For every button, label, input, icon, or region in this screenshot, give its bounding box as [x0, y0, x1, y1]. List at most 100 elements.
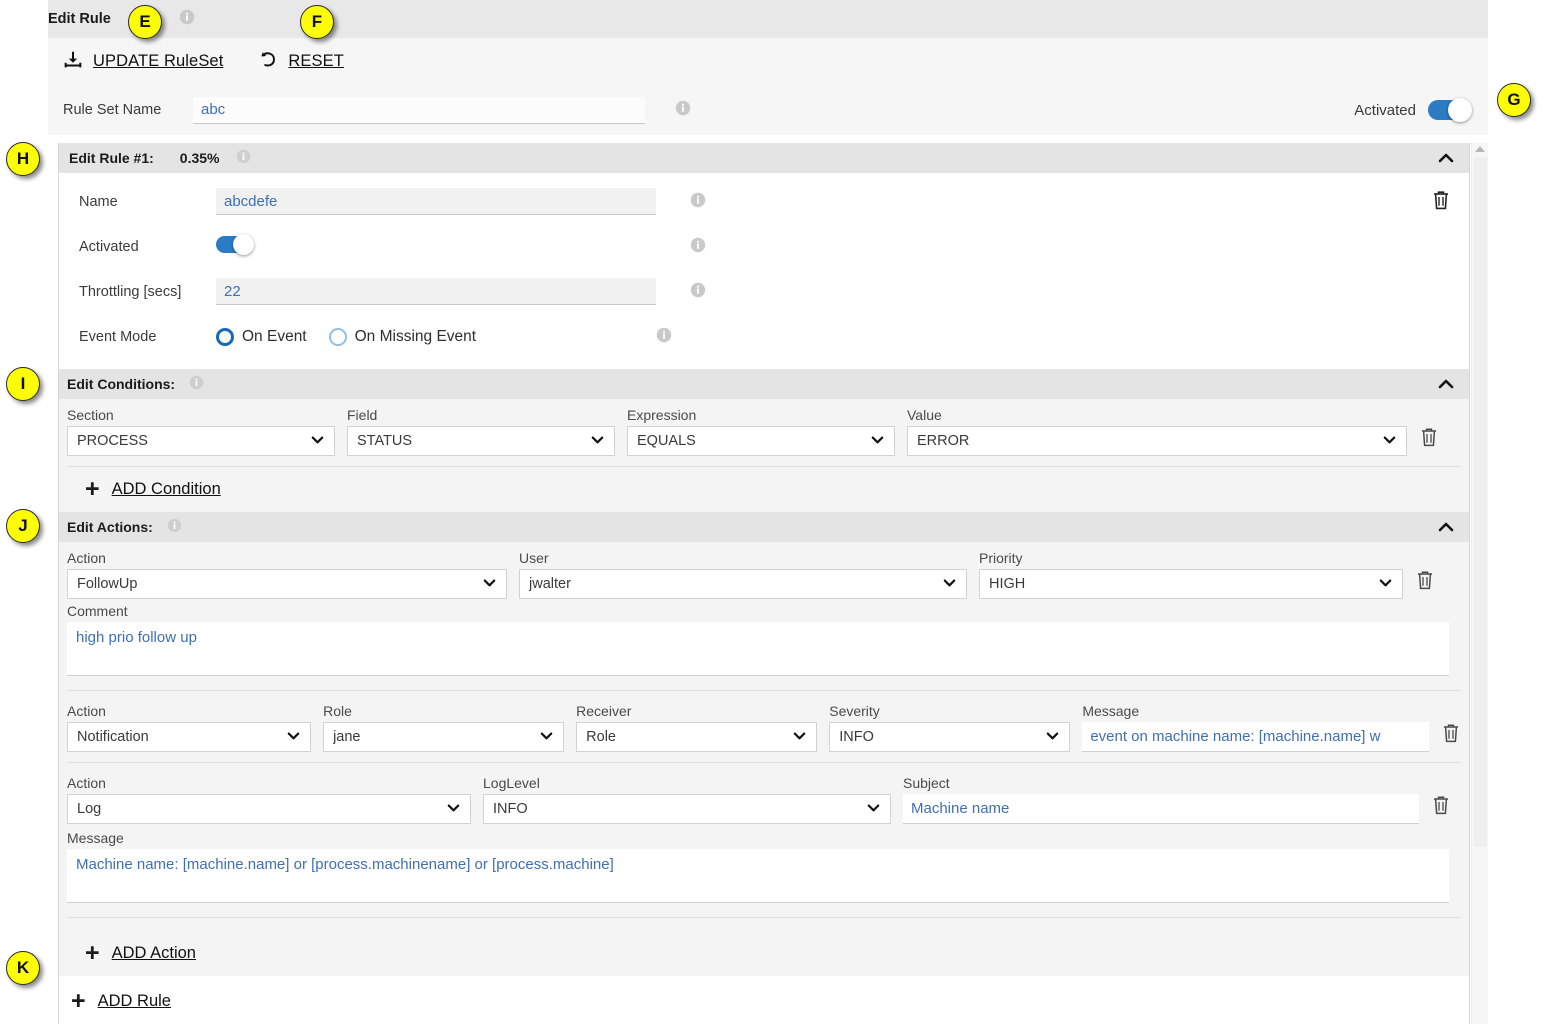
chevron-down-icon — [286, 728, 301, 747]
add-rule-button[interactable]: + ADD Rule — [59, 976, 1469, 1024]
log-subject-label: Subject — [903, 775, 950, 791]
rule-header-percent: 0.35% — [179, 150, 220, 166]
condition-value-value: ERROR — [917, 433, 970, 449]
scrollbar-thumb[interactable] — [1474, 157, 1487, 847]
log-delete-trash-icon[interactable] — [1431, 796, 1451, 820]
chevron-down-icon — [1045, 728, 1060, 747]
condition-delete-trash-icon[interactable] — [1419, 428, 1439, 452]
notification-receiver-label: Receiver — [576, 703, 632, 719]
log-message-textarea[interactable] — [67, 849, 1449, 903]
reset-button[interactable]: RESET — [257, 49, 344, 75]
action-item-log: Action Log LogLevel INFO Subject Machine… — [67, 775, 1461, 930]
actions-header[interactable]: Edit Actions: — [59, 512, 1469, 542]
conditions-title: Edit Conditions: — [67, 376, 176, 392]
followup-action-select[interactable]: FollowUp — [67, 569, 507, 599]
followup-action-label: Action — [67, 550, 106, 566]
notification-role-label: Role — [323, 703, 352, 719]
notification-action-select[interactable]: Notification — [67, 722, 312, 752]
rule-delete-trash-icon[interactable] — [1431, 189, 1451, 215]
update-ruleset-label: UPDATE RuleSet — [93, 52, 224, 70]
log-subject-input[interactable] — [903, 794, 1419, 824]
ruleset-activated-label: Activated — [1354, 101, 1416, 119]
notification-receiver-value: Role — [586, 729, 616, 745]
ruleset-name-info-icon[interactable] — [675, 100, 691, 120]
edit-rule-screen: Edit Rule UPDATE RuleSet RESET Rule Set … — [0, 0, 1555, 1024]
conditions-info-icon[interactable] — [189, 375, 204, 394]
log-loglevel-value: INFO — [493, 801, 528, 817]
chevron-down-icon — [1382, 432, 1397, 451]
actions-collapse-chevron-up-icon[interactable] — [1437, 518, 1455, 536]
rules-scroll-panel: Edit Rule #1: 0.35% Name abcdefe Activat… — [58, 143, 1470, 1024]
actions-title: Edit Actions: — [67, 519, 153, 535]
actions-info-icon[interactable] — [167, 518, 182, 537]
conditions-header[interactable]: Edit Conditions: — [59, 369, 1469, 399]
condition-value-select[interactable]: ERROR — [907, 426, 1407, 456]
condition-value-label: Value — [907, 407, 942, 423]
followup-priority-select[interactable]: HIGH — [979, 569, 1403, 599]
add-action-button[interactable]: + ADD Action — [67, 930, 1461, 976]
condition-section-select[interactable]: PROCESS — [67, 426, 335, 456]
followup-delete-trash-icon[interactable] — [1415, 571, 1435, 595]
radio-on-event[interactable]: On Event — [216, 327, 307, 346]
chevron-down-icon — [539, 728, 554, 747]
page-title: Edit Rule — [48, 11, 111, 27]
chevron-down-icon — [310, 432, 325, 451]
event-mode-radio-group: On Event On Missing Event — [216, 327, 656, 346]
ruleset-name-label: Rule Set Name — [63, 102, 162, 118]
followup-comment-textarea[interactable] — [67, 622, 1449, 676]
ruleset-name-input[interactable] — [193, 96, 645, 124]
chevron-down-icon — [870, 432, 885, 451]
rule-throttling-info-icon[interactable] — [690, 282, 706, 302]
rule-fields: Name Activated — [59, 173, 1469, 369]
condition-field-label: Field — [347, 407, 378, 423]
radio-on-missing-event[interactable]: On Missing Event — [328, 327, 476, 346]
chevron-down-icon — [1378, 575, 1393, 594]
add-condition-button[interactable]: + ADD Condition — [67, 466, 1461, 512]
add-rule-label: ADD Rule — [97, 991, 171, 1010]
rule-activated-row: Activated — [59, 224, 1469, 269]
rule-activated-info-icon[interactable] — [690, 237, 706, 257]
followup-user-value: jwalter — [529, 576, 571, 592]
info-icon[interactable] — [179, 9, 195, 29]
notification-role-select[interactable]: jane — [323, 722, 565, 752]
chevron-down-icon — [590, 432, 605, 451]
rule-header[interactable]: Edit Rule #1: 0.35% — [59, 143, 1469, 173]
rule-eventmode-info-icon[interactable] — [656, 327, 672, 347]
rule-name-info-icon[interactable] — [690, 192, 706, 212]
notification-receiver-select[interactable]: Role — [576, 722, 818, 752]
followup-user-select[interactable]: jwalter — [519, 569, 967, 599]
rule-eventmode-label: Event Mode — [79, 328, 157, 345]
plus-icon: + — [85, 938, 100, 967]
callout-f: F — [300, 5, 334, 39]
rule-activated-label: Activated — [79, 238, 139, 255]
log-loglevel-label: LogLevel — [483, 775, 540, 791]
rule-collapse-chevron-up-icon[interactable] — [1437, 149, 1455, 167]
vertical-scrollbar[interactable] — [1471, 143, 1488, 1024]
rule-toolbar: UPDATE RuleSet RESET — [48, 38, 1488, 85]
update-ruleset-button[interactable]: UPDATE RuleSet — [62, 49, 223, 75]
followup-action-value: FollowUp — [77, 576, 138, 592]
rule-activated-toggle[interactable] — [216, 234, 254, 255]
plus-icon: + — [71, 986, 86, 1015]
condition-expression-value: EQUALS — [637, 433, 696, 449]
condition-field-select[interactable]: STATUS — [347, 426, 615, 456]
ruleset-activated-toggle[interactable] — [1428, 98, 1472, 122]
conditions-collapse-chevron-up-icon[interactable] — [1437, 375, 1455, 393]
log-action-select[interactable]: Log — [67, 794, 471, 824]
condition-row: Section PROCESS Field STATUS Expression … — [67, 407, 1461, 466]
rule-header-info-icon[interactable] — [236, 149, 251, 168]
notification-severity-select[interactable]: INFO — [829, 722, 1071, 752]
log-loglevel-select[interactable]: INFO — [483, 794, 891, 824]
rule-throttling-input[interactable] — [216, 278, 656, 305]
chevron-down-icon — [942, 575, 957, 594]
notification-action-value: Notification — [77, 729, 149, 745]
condition-expression-select[interactable]: EQUALS — [627, 426, 895, 456]
scroll-up-arrow-icon[interactable] — [1475, 146, 1485, 152]
conditions-body: Section PROCESS Field STATUS Expression … — [59, 399, 1469, 512]
divider — [67, 690, 1461, 691]
notification-delete-trash-icon[interactable] — [1441, 724, 1461, 748]
condition-field-value: STATUS — [357, 433, 413, 449]
rule-name-input[interactable] — [216, 188, 656, 215]
add-condition-label: ADD Condition — [111, 480, 221, 498]
notification-message-input[interactable] — [1082, 722, 1429, 752]
